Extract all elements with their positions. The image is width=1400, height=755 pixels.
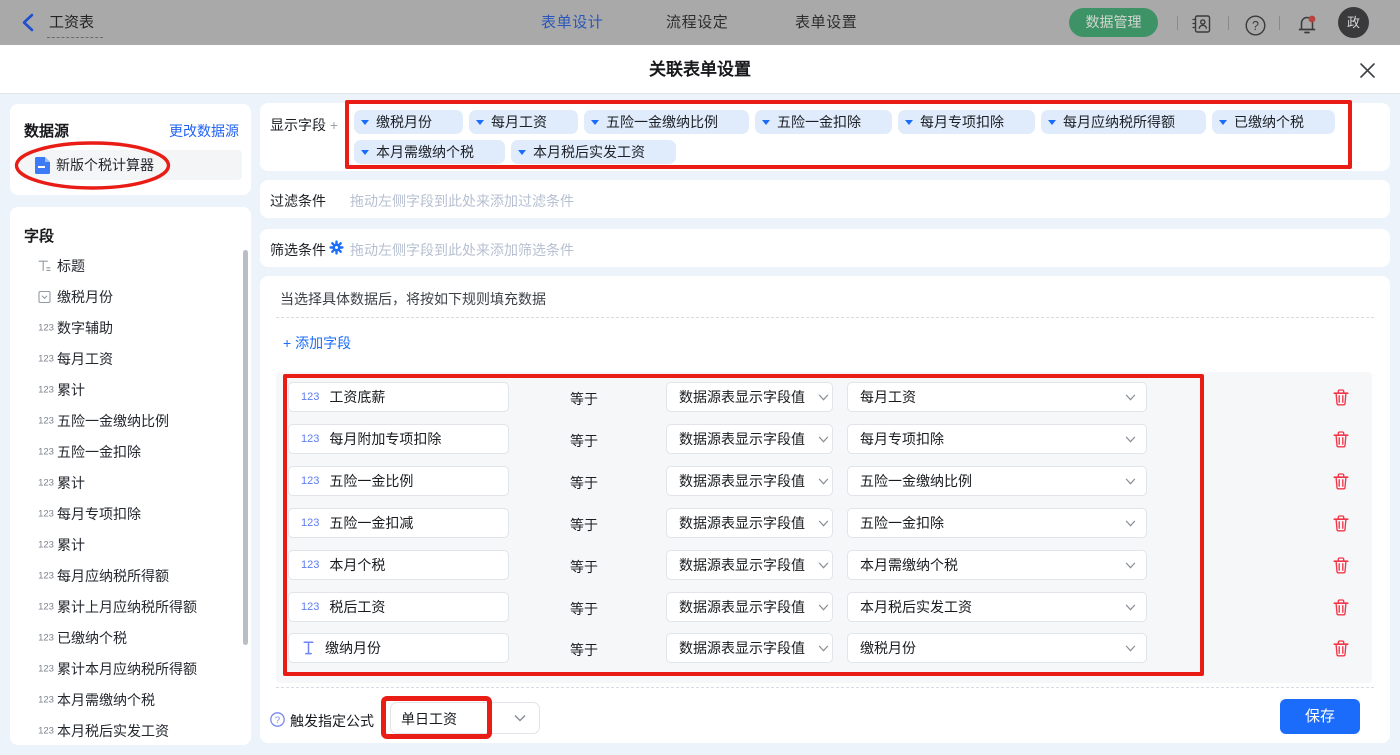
svg-text:?: ?: [275, 715, 280, 726]
svg-text:?: ?: [1252, 19, 1259, 33]
